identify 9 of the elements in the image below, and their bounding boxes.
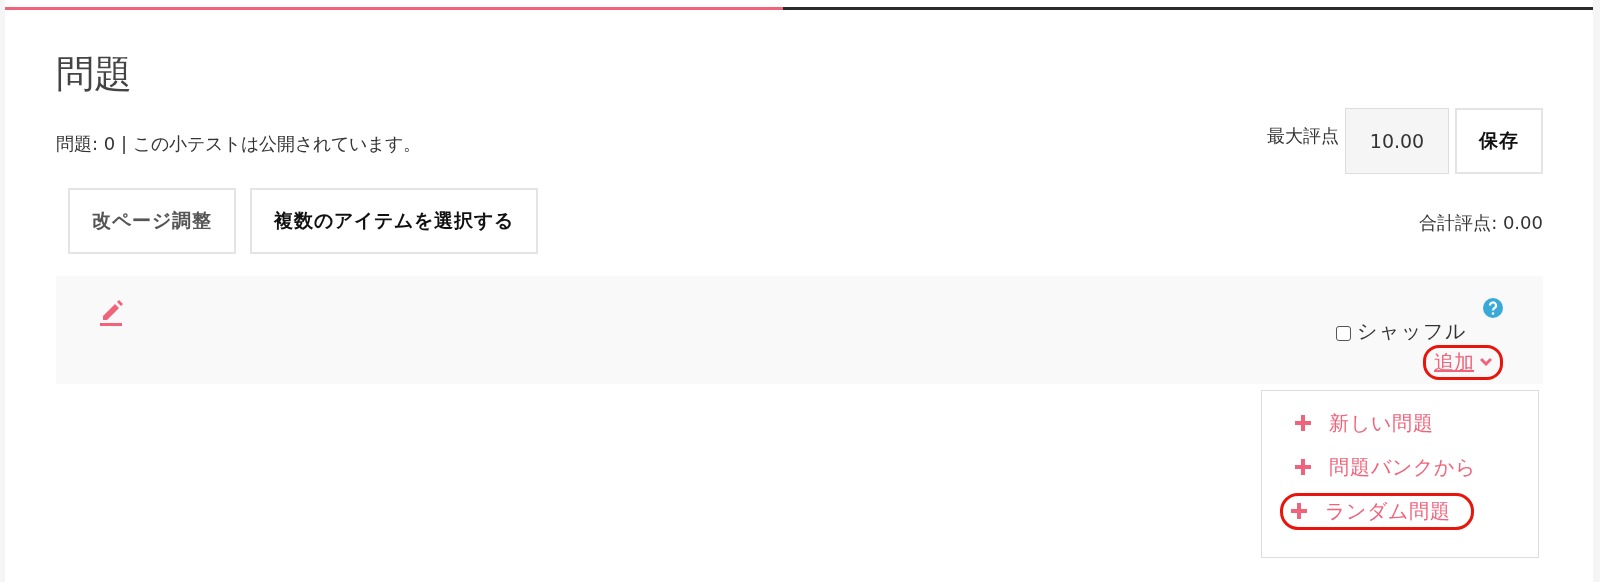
max-grade-label: 最大評点 bbox=[1267, 123, 1339, 148]
page-heading: 問題 bbox=[56, 52, 133, 98]
repaginate-button[interactable]: 改ページ調整 bbox=[68, 187, 236, 254]
total-grade: 合計評点: 0.00 bbox=[1419, 210, 1543, 235]
max-grade-field[interactable]: 10.00 bbox=[1345, 107, 1449, 174]
status-text: 問題: 0 | この小テストは公開されています。 bbox=[56, 131, 421, 156]
save-button[interactable]: 保存 bbox=[1455, 107, 1543, 174]
shuffle-label: シャッフル bbox=[1357, 317, 1467, 345]
select-items-button[interactable]: 複数のアイテムを選択する bbox=[250, 187, 538, 254]
